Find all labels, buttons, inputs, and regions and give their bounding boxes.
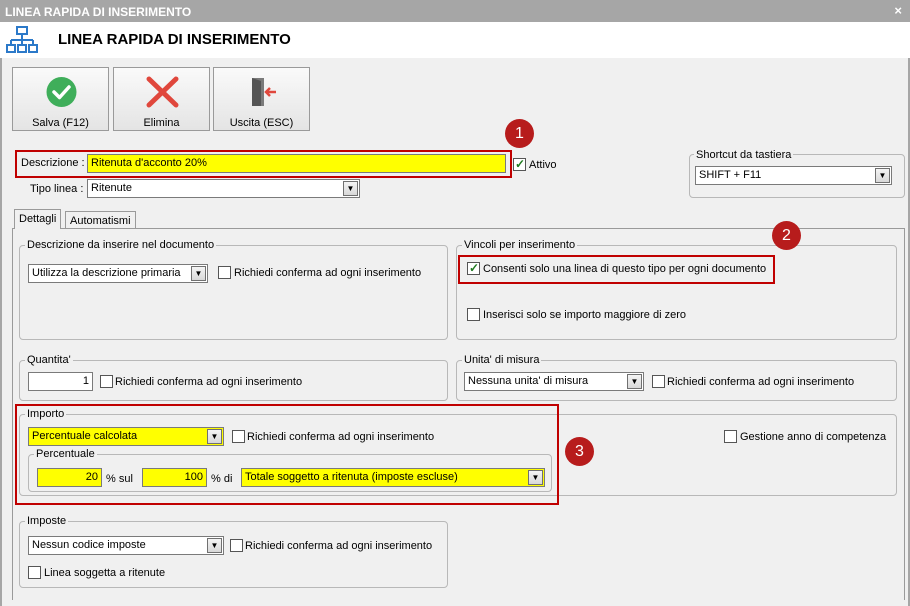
imposte-select[interactable]: Nessun codice imposte ▼ [28,536,224,555]
annotation-badge-2: 2 [772,221,801,250]
descrizione-doc-confirm-checkbox[interactable] [218,266,231,279]
unita-confirm-label: Richiedi conferma ad ogni inserimento [667,376,855,388]
attivo-label: Attivo [529,159,557,171]
checkmark-icon [46,77,77,107]
chevron-down-icon[interactable]: ▼ [343,181,358,196]
only-positive-checkbox[interactable] [467,308,480,321]
save-button[interactable]: Salva (F12) [12,67,109,131]
quantita-confirm-checkbox[interactable] [100,375,113,388]
competenza-checkbox[interactable] [724,430,737,443]
chevron-down-icon[interactable]: ▼ [875,168,890,183]
save-button-label: Salva (F12) [32,117,89,129]
descrizione-doc-select[interactable]: Utilizza la descrizione primaria ▼ [28,264,208,283]
competenza-label: Gestione anno di competenza [740,431,887,443]
quantita-legend: Quantita' [25,354,73,366]
quantita-input[interactable]: 1 [28,372,93,391]
exit-door-icon [252,78,276,106]
unita-select[interactable]: Nessuna unita' di misura ▼ [464,372,644,391]
descrizione-doc-group [19,245,448,340]
imposte-confirm-label: Richiedi conferma ad ogni inserimento [245,540,433,552]
imposte-legend: Imposte [25,515,69,527]
window-header: LINEA RAPIDA DI INSERIMENTO [0,22,910,58]
annotation-box-3 [15,404,559,505]
window-title: LINEA RAPIDA DI INSERIMENTO [5,5,192,19]
shortcut-value: SHIFT + F11 [699,169,762,181]
annotation-box-1 [15,150,512,178]
ritenute-label: Linea soggetta a ritenute [44,567,166,579]
hierarchy-icon [6,26,38,53]
descrizione-doc-value: Utilizza la descrizione primaria [32,267,181,279]
tipo-linea-select[interactable]: Ritenute ▼ [87,179,360,198]
ritenute-checkbox[interactable] [28,566,41,579]
close-icon[interactable]: × [894,3,902,18]
page-title: LINEA RAPIDA DI INSERIMENTO [58,31,291,48]
tipo-linea-value: Ritenute [91,182,132,194]
vincoli-legend: Vincoli per inserimento [462,239,578,251]
chevron-down-icon[interactable]: ▼ [191,266,206,281]
imposte-value: Nessun codice imposte [32,539,146,551]
unita-legend: Unita' di misura [462,354,542,366]
descrizione-doc-legend: Descrizione da inserire nel documento [25,239,217,251]
delete-x-icon [146,76,179,108]
shortcut-legend: Shortcut da tastiera [694,149,794,161]
only-positive-label: Inserisci solo se importo maggiore di ze… [483,309,686,321]
unita-confirm-checkbox[interactable] [652,375,665,388]
exit-button-label: Uscita (ESC) [229,117,294,129]
tab-automatismi[interactable]: Automatismi [65,211,136,228]
imposte-confirm-checkbox[interactable] [230,539,243,552]
exit-button[interactable]: Uscita (ESC) [213,67,310,131]
chevron-down-icon[interactable]: ▼ [627,374,642,389]
chevron-down-icon[interactable]: ▼ [207,538,222,553]
window-titlebar: LINEA RAPIDA DI INSERIMENTO × [0,0,910,22]
descrizione-doc-confirm-label: Richiedi conferma ad ogni inserimento [234,267,422,279]
delete-button[interactable]: Elimina [113,67,210,131]
shortcut-select[interactable]: SHIFT + F11 ▼ [695,166,892,185]
tab-dettagli[interactable]: Dettagli [14,209,62,229]
unita-value: Nessuna unita' di misura [468,375,589,387]
annotation-badge-1: 1 [505,119,534,148]
annotation-box-2 [458,255,775,284]
window-border-left [0,58,2,606]
delete-button-label: Elimina [143,117,180,129]
annotation-badge-3: 3 [565,437,594,466]
attivo-checkbox[interactable] [513,157,526,171]
quantita-confirm-label: Richiedi conferma ad ogni inserimento [115,376,303,388]
tipo-linea-label: Tipo linea : [30,183,84,195]
